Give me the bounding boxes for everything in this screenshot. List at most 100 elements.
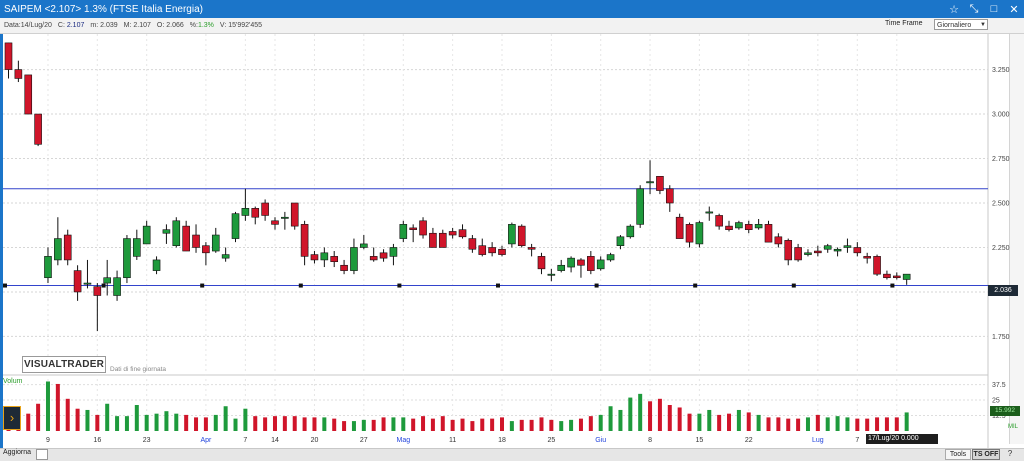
candle-down [271, 220, 279, 225]
candle-down [310, 254, 319, 261]
candle-down [715, 215, 723, 227]
maximize-icon[interactable]: □ [986, 3, 1002, 15]
candle-up [123, 238, 131, 279]
volume-bar [361, 419, 366, 431]
date-tick-label: 7 [855, 437, 859, 444]
volume-bar [835, 416, 840, 431]
right-panel-strip [1009, 34, 1024, 444]
volume-bar [677, 407, 682, 431]
candle-up [833, 248, 842, 252]
date-tick-label: 25 [547, 437, 555, 444]
status-bar [0, 448, 1024, 461]
candle-down [4, 42, 13, 70]
volume-bar [549, 419, 554, 431]
candle-down [261, 202, 269, 216]
date-tick-label: Lug [812, 437, 824, 444]
volume-bar [411, 418, 416, 431]
volume-bar [500, 417, 504, 431]
volume-bar [588, 416, 593, 431]
price-tick-label: 2.750 [992, 156, 1010, 163]
volume-bar [707, 409, 712, 431]
candle-up [152, 259, 161, 271]
data-source-note: Dati di fine giornata [110, 366, 167, 373]
volume-pane-label: Volum [3, 378, 23, 385]
last-volume-tag: 15.992 [990, 406, 1020, 416]
volume-bar [292, 416, 297, 431]
date-tick-label: Giu [595, 437, 606, 444]
candle-down [685, 224, 694, 243]
volume-bar [598, 414, 603, 431]
candle-down [794, 247, 802, 261]
price-volume-chart[interactable]: 3.2503.0002.7502.5002.2502.0001.75037.52… [0, 34, 1010, 448]
resize-arrow-icon[interactable]: ⤡ [966, 3, 982, 16]
volume-bar [233, 418, 238, 431]
volume-bar [894, 417, 899, 431]
aggiorna-dropdown[interactable] [36, 449, 48, 460]
candle-up [606, 254, 615, 261]
volume-bar [332, 418, 337, 431]
line-handle [693, 283, 698, 288]
candle-down [369, 256, 378, 261]
volume-bar [845, 417, 850, 431]
volume-bar [65, 398, 70, 431]
candle-down [73, 270, 82, 293]
favorite-star-icon[interactable]: ☆ [946, 3, 962, 16]
timeframe-select[interactable]: Giornaliero ▼ [934, 19, 988, 30]
candle-down [892, 275, 901, 279]
price-tick-label: 3.000 [992, 112, 1010, 119]
candle-down [429, 232, 437, 248]
candle-down [744, 224, 753, 230]
volume-bar [184, 414, 189, 431]
line-handle [594, 283, 599, 288]
candle-down [764, 224, 773, 243]
close-icon[interactable]: ✕ [1006, 3, 1022, 16]
candle-down [814, 250, 822, 254]
candle-down [665, 188, 674, 204]
candle-up [754, 224, 763, 229]
candle-down [587, 256, 595, 271]
info-date: Data:14/Lug/20 [4, 22, 52, 29]
volume-bar [875, 417, 880, 431]
last-price-tag: 2.036 [988, 285, 1018, 296]
candle-up [241, 208, 250, 216]
candle-up [44, 256, 52, 279]
candle-up [823, 245, 832, 250]
candle-down [438, 232, 447, 248]
volume-bar [638, 393, 643, 431]
volume-bar [440, 416, 445, 431]
candle-up [735, 222, 743, 229]
candle-down [498, 248, 506, 255]
volume-bar [194, 417, 199, 431]
candle-down [448, 231, 457, 236]
volume-bar [509, 421, 514, 431]
candle-up [646, 181, 654, 184]
info-max: M: 2.107 [123, 22, 151, 29]
candle-up [596, 259, 605, 270]
candle-up [83, 282, 92, 285]
volume-bar [85, 409, 90, 431]
tools-button[interactable]: Tools [945, 449, 971, 460]
line-handle [397, 283, 402, 288]
ts-off-button[interactable]: TS OFF [972, 449, 1000, 460]
volume-bar [36, 403, 41, 431]
volume-bar [569, 419, 574, 431]
candle-up [557, 264, 566, 271]
volume-unit-label: MIL [1008, 424, 1019, 430]
volume-bar [667, 405, 672, 431]
candle-up [211, 234, 220, 252]
candle-down [251, 208, 260, 218]
candle-up [221, 254, 230, 259]
timeframe-label: Time Frame [885, 20, 923, 27]
volume-bar [154, 413, 159, 431]
volume-bar [618, 409, 623, 431]
volume-bar [351, 421, 356, 431]
scroll-right-arrow-icon[interactable]: › [3, 406, 21, 430]
volume-bar [302, 417, 307, 431]
volume-bar [26, 413, 31, 431]
volume-bar [174, 413, 179, 431]
volume-bar [766, 417, 771, 431]
help-icon[interactable]: ? [1003, 449, 1017, 458]
volume-bar [884, 417, 889, 431]
volume-bar [578, 418, 583, 431]
volume-bar [391, 417, 396, 431]
